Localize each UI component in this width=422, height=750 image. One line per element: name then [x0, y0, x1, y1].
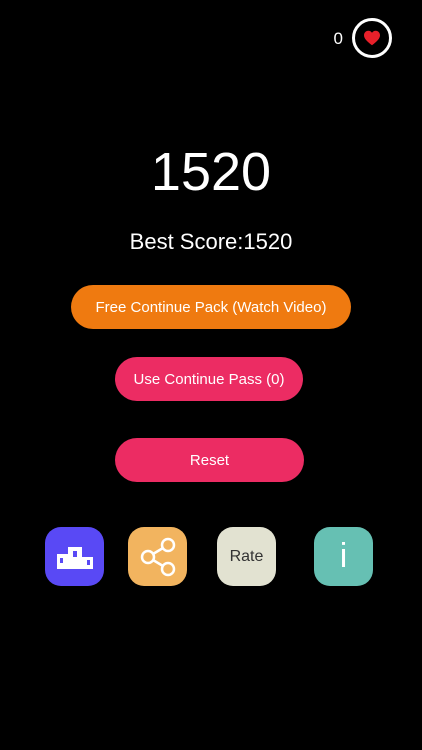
free-continue-pack-button[interactable]: Free Continue Pack (Watch Video)	[71, 285, 351, 329]
use-continue-pass-button[interactable]: Use Continue Pass (0)	[115, 357, 303, 401]
reset-button[interactable]: Reset	[115, 438, 304, 482]
best-score: Best Score:1520	[129, 229, 293, 254]
rate-button[interactable]: Rate	[217, 527, 276, 586]
share-icon	[140, 537, 175, 576]
current-score: 1520	[150, 142, 272, 202]
podium-icon	[56, 546, 93, 569]
lives-counter: 0	[334, 18, 392, 58]
heart-button[interactable]	[352, 18, 392, 58]
share-button[interactable]	[128, 527, 187, 586]
leaderboard-button[interactable]	[45, 527, 104, 586]
heart-icon	[364, 30, 380, 46]
info-button[interactable]: i	[314, 527, 373, 586]
lives-count: 0	[333, 28, 343, 48]
